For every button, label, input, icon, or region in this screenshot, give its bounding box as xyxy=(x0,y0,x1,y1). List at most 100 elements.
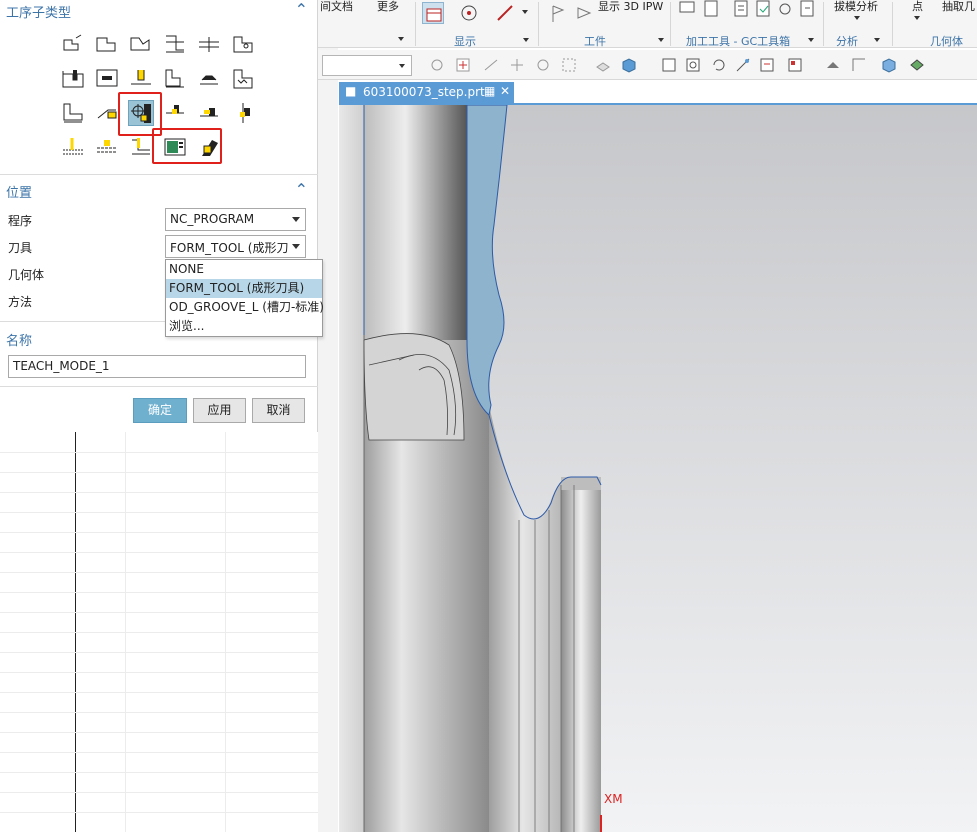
ribbon-group-geometry: 几何体 xyxy=(930,35,963,48)
ribbon-dropdown-arrow-icon[interactable] xyxy=(658,38,664,42)
geometry-label: 几何体 xyxy=(8,268,45,282)
snap-end-icon[interactable] xyxy=(454,56,472,74)
ribbon-group-machining-tools: 加工工具 - GC工具箱 xyxy=(686,35,791,48)
tool-option-browse[interactable]: 浏览... xyxy=(166,317,322,336)
ribbon-draft-analysis[interactable]: 拔模分析 xyxy=(834,0,878,14)
display-path-icon[interactable] xyxy=(494,2,516,24)
tool-chat-icon[interactable] xyxy=(676,0,698,20)
tool-export-icon[interactable] xyxy=(796,0,818,20)
orient-view-icon[interactable] xyxy=(758,56,776,74)
snap-center-icon[interactable] xyxy=(508,56,526,74)
face-cut-icon[interactable] xyxy=(60,32,86,58)
center-line-peck-icon[interactable] xyxy=(162,100,188,126)
part-off-icon[interactable] xyxy=(60,100,86,126)
tool-doc-icon[interactable] xyxy=(700,0,722,20)
rough-bore-id-icon[interactable] xyxy=(162,32,188,58)
dropdown-arrow-icon[interactable] xyxy=(292,244,300,249)
groove-od-icon[interactable] xyxy=(60,66,86,92)
render-style-icon[interactable] xyxy=(824,56,842,74)
operation-name-input[interactable]: TEACH_MODE_1 xyxy=(8,355,306,378)
fit-view-icon[interactable] xyxy=(660,56,678,74)
ribbon-group-analysis: 分析 xyxy=(836,35,858,48)
pan-icon[interactable] xyxy=(734,56,752,74)
graphics-viewport[interactable]: XM xyxy=(339,104,977,832)
ribbon-dropdown-arrow-icon[interactable] xyxy=(874,38,880,42)
tool-option-od-groove[interactable]: OD_GROOVE_L (槽刀-标准) xyxy=(166,298,324,317)
type-filter-select[interactable] xyxy=(322,55,412,76)
display-options-icon[interactable] xyxy=(908,56,926,74)
thread-od-icon[interactable] xyxy=(196,66,222,92)
rough-back-turn-icon[interactable] xyxy=(128,32,154,58)
center-line-drill-icon[interactable] xyxy=(94,100,120,126)
part-model-view: XM xyxy=(339,104,977,832)
xm-axis-label: XM xyxy=(604,792,623,806)
lathe-control-icon[interactable] xyxy=(128,134,154,160)
thread-cut-icon[interactable] xyxy=(94,134,120,160)
finish-turn-od-icon[interactable] xyxy=(196,32,222,58)
ribbon-dropdown-arrow-icon[interactable] xyxy=(398,37,404,41)
center-line-ream-icon[interactable] xyxy=(230,100,256,126)
finish-bore-id-icon[interactable] xyxy=(230,32,256,58)
selection-highlight-box-2 xyxy=(152,128,222,164)
panel-divider xyxy=(318,0,338,832)
ribbon-dropdown-arrow-icon[interactable] xyxy=(808,38,814,42)
collapse-chevron-icon[interactable]: ⌃ xyxy=(295,0,308,19)
edge-display-icon[interactable] xyxy=(850,56,868,74)
part-file-icon: ■ xyxy=(345,84,357,98)
display-tool-icon[interactable] xyxy=(458,2,480,24)
ribbon-doc-item[interactable]: 间文档 xyxy=(320,0,353,14)
program-select[interactable]: NC_PROGRAM xyxy=(165,208,306,231)
center-line-tap-icon[interactable] xyxy=(60,134,86,160)
tool-gear-icon[interactable] xyxy=(774,0,796,20)
display-ipw-icon[interactable] xyxy=(422,2,444,24)
groove-general-icon[interactable] xyxy=(162,66,188,92)
background-table-grid xyxy=(0,432,325,832)
tool-select[interactable]: FORM_TOOL (成形刀 xyxy=(165,235,306,258)
ribbon-more-item[interactable]: 更多 xyxy=(377,0,399,14)
workpiece-show-icon[interactable] xyxy=(574,2,596,24)
tool-list-icon[interactable] xyxy=(730,0,752,20)
view-layout-icon[interactable] xyxy=(786,56,804,74)
zoom-icon[interactable] xyxy=(684,56,702,74)
dropdown-arrow-icon[interactable] xyxy=(399,64,405,68)
dropdown-arrow-icon[interactable] xyxy=(292,217,300,222)
face-groove-icon[interactable] xyxy=(128,66,154,92)
subtype-section-header[interactable]: 工序子类型 ⌃ xyxy=(0,0,318,22)
tool-option-none[interactable]: NONE xyxy=(166,260,322,279)
center-line-breakchip-icon[interactable] xyxy=(196,100,222,126)
tool-label: 刀具 xyxy=(8,241,33,255)
cancel-button[interactable]: 取消 xyxy=(252,398,305,423)
close-icon[interactable]: ✕ xyxy=(500,84,510,98)
tool-dropdown-list: NONE FORM_TOOL (成形刀具) OD_GROOVE_L (槽刀-标准… xyxy=(165,259,324,337)
ribbon-show-3d-ipw[interactable]: 显示 3D IPW xyxy=(598,0,663,14)
rough-turn-od-icon[interactable] xyxy=(94,32,120,58)
document-tab-title: 603100073_step.prt xyxy=(363,85,485,99)
snap-point-icon[interactable] xyxy=(428,56,446,74)
apply-button[interactable]: 应用 xyxy=(193,398,246,423)
ribbon-dropdown-arrow-icon[interactable] xyxy=(914,16,920,20)
collapse-chevron-icon[interactable]: ⌃ xyxy=(295,180,308,199)
position-section-header[interactable]: 位置 ⌃ xyxy=(0,180,318,202)
ribbon-extract-geometry[interactable]: 抽取几 xyxy=(942,0,975,14)
box-select-icon[interactable] xyxy=(560,56,578,74)
thread-id-icon[interactable] xyxy=(230,66,256,92)
ok-button[interactable]: 确定 xyxy=(133,398,187,423)
ribbon-dropdown-arrow-icon[interactable] xyxy=(854,16,860,20)
workpiece-flag-icon[interactable] xyxy=(548,2,570,24)
ribbon-dropdown-arrow-icon[interactable] xyxy=(522,10,528,14)
cube-icon[interactable] xyxy=(620,56,638,74)
document-tab[interactable]: ■ 603100073_step.prt ▦ ✕ xyxy=(339,82,514,103)
snap-grid-icon[interactable] xyxy=(534,56,552,74)
position-section-title: 位置 xyxy=(6,186,33,201)
body-select-icon[interactable] xyxy=(594,56,612,74)
rotate-icon[interactable] xyxy=(710,56,728,74)
ribbon-group-workpiece: 工件 xyxy=(584,35,606,48)
groove-id-icon[interactable] xyxy=(94,66,120,92)
tool-option-form-tool[interactable]: FORM_TOOL (成形刀具) xyxy=(166,279,322,298)
shaded-cube-icon[interactable] xyxy=(880,56,898,74)
tool-check-icon[interactable] xyxy=(752,0,774,20)
ribbon-dropdown-arrow-icon[interactable] xyxy=(523,38,529,42)
ribbon-point[interactable]: 点 xyxy=(912,0,923,14)
snap-mid-icon[interactable] xyxy=(482,56,500,74)
pin-icon[interactable]: ▦ xyxy=(484,84,495,98)
